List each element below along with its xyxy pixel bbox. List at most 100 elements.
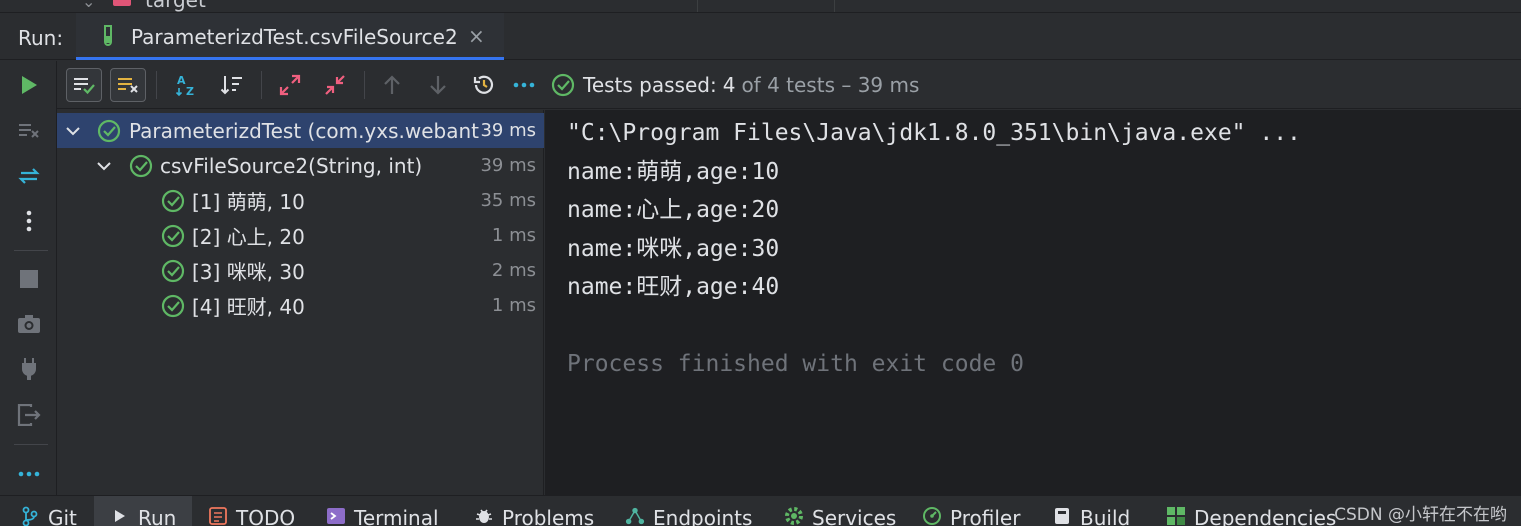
- exit-icon[interactable]: [14, 400, 44, 430]
- show-ignored-icon: [118, 78, 138, 93]
- divider: [697, 0, 698, 12]
- console-line: name:心上,age:20: [567, 197, 780, 223]
- more-toolbar-button[interactable]: [506, 68, 542, 102]
- stop-icon[interactable]: [14, 264, 44, 294]
- console-line: name:旺财,age:40: [567, 274, 780, 300]
- toggle-auto-test-icon[interactable]: [14, 161, 44, 191]
- check-circle-icon: [161, 294, 185, 317]
- console-output[interactable]: "C:\Program Files\Java\jdk1.8.0_351\bin\…: [545, 110, 1521, 495]
- arrow-down-icon: [430, 76, 446, 95]
- divider: [14, 444, 48, 445]
- tool-window-problems[interactable]: Problems: [474, 496, 594, 526]
- test-tree-row-time: 39 ms: [480, 155, 536, 176]
- test-tree-row[interactable]: csvFileSource2(String, int) 39 ms: [57, 148, 544, 183]
- close-icon[interactable]: ×: [468, 24, 485, 48]
- chevron-down-icon[interactable]: [96, 158, 112, 174]
- test-history-button[interactable]: [466, 68, 502, 102]
- check-circle-icon: [97, 119, 121, 142]
- run-tab[interactable]: ParameterizdTest.csvFileSource2 ×: [76, 13, 504, 60]
- show-ignored-button[interactable]: [110, 68, 146, 102]
- test-tree-row-name: csvFileSource2(String, int): [160, 153, 423, 178]
- check-circle-icon: [551, 73, 575, 97]
- check-circle-icon: [161, 224, 185, 247]
- plug-icon[interactable]: [14, 354, 44, 384]
- test-tree-row[interactable]: ParameterizdTest (com.yxs.webant 39 ms: [57, 113, 544, 148]
- collapse-all-icon: [325, 75, 345, 95]
- more-options-icon[interactable]: [14, 206, 44, 236]
- endpoints-icon: [625, 506, 645, 526]
- tool-window-label: Dependencies: [1194, 506, 1337, 526]
- chevron-down-icon[interactable]: [65, 123, 81, 139]
- bug-icon: [474, 506, 494, 526]
- tool-window-services[interactable]: Services: [784, 496, 896, 526]
- tool-window-label: Services: [812, 506, 897, 526]
- run-tab-title: ParameterizdTest.csvFileSource2: [131, 25, 458, 49]
- camera-icon[interactable]: [14, 309, 44, 339]
- console-exit-line: Process finished with exit code 0: [567, 351, 1024, 377]
- profiler-icon: [922, 506, 942, 526]
- tool-window-label: Terminal: [354, 506, 439, 526]
- tool-window-build[interactable]: Build: [1052, 496, 1130, 526]
- test-tree-row[interactable]: [4] 旺财, 40 1 ms: [57, 288, 544, 323]
- rerun-icon[interactable]: [14, 70, 44, 100]
- svg-text:Z: Z: [186, 85, 194, 97]
- next-failed-button[interactable]: [420, 68, 456, 102]
- expand-all-icon: [279, 74, 301, 96]
- tool-window-profiler[interactable]: Profiler: [922, 496, 1020, 526]
- test-tree-row-time: 1 ms: [491, 225, 536, 246]
- divider: [834, 0, 835, 12]
- tool-window-run[interactable]: Run: [94, 496, 193, 526]
- test-tree-row[interactable]: [1] 萌萌, 10 35 ms: [57, 183, 544, 218]
- test-runner-toolbar: A Z Tests passed: 4 of 4 tests – 39 ms: [57, 61, 1521, 109]
- run-left-toolbar: [0, 61, 57, 495]
- todo-icon: [208, 506, 228, 526]
- more-horizontal-icon[interactable]: [14, 459, 44, 489]
- rerun-failed-icon[interactable]: [14, 116, 44, 146]
- test-tree-row[interactable]: [3] 咪咪, 30 2 ms: [57, 253, 544, 288]
- console-line: name:萌萌,age:10: [567, 158, 780, 185]
- previous-failed-button[interactable]: [374, 68, 410, 102]
- project-tree-strip: ⌄ target: [0, 0, 1521, 12]
- bottom-tool-window-bar: Git Run TODO Terminal Problems Endpoints…: [0, 495, 1521, 526]
- tool-window-terminal[interactable]: Terminal: [326, 496, 439, 526]
- terminal-icon: [326, 506, 346, 526]
- show-passed-button[interactable]: [66, 68, 102, 102]
- folder-icon: [113, 0, 131, 6]
- project-tree-folder-label[interactable]: target: [145, 0, 206, 12]
- tool-window-git[interactable]: Git: [20, 496, 77, 526]
- tool-window-label: TODO: [236, 506, 296, 526]
- run-panel-label: Run:: [18, 26, 64, 50]
- tool-window-label: Endpoints: [653, 506, 753, 526]
- run-panel-header: Run: ParameterizdTest.csvFileSource2 ×: [0, 12, 1521, 60]
- chevron-down-icon[interactable]: ⌄: [82, 0, 95, 11]
- tool-window-endpoints[interactable]: Endpoints: [625, 496, 752, 526]
- test-tree-row-name: ParameterizdTest (com.yxs.webant: [129, 118, 479, 143]
- git-branch-icon: [20, 506, 40, 526]
- check-circle-icon: [161, 259, 185, 282]
- test-tree-row[interactable]: [2] 心上, 20 1 ms: [57, 218, 544, 253]
- console-line: "C:\Program Files\Java\jdk1.8.0_351\bin\…: [567, 120, 1301, 146]
- check-circle-icon: [129, 154, 153, 177]
- sort-duration-icon: [220, 76, 242, 95]
- divider: [364, 71, 365, 99]
- tool-window-dependencies[interactable]: Dependencies: [1166, 496, 1336, 526]
- tool-window-label: Problems: [502, 506, 595, 526]
- expand-all-button[interactable]: [272, 68, 308, 102]
- svg-text:A: A: [177, 74, 186, 87]
- run-play-icon: [110, 506, 130, 526]
- history-icon: [473, 75, 494, 94]
- arrow-up-icon: [384, 75, 400, 94]
- collapse-all-button[interactable]: [317, 68, 353, 102]
- test-tree-row-time: 1 ms: [491, 295, 536, 316]
- tool-window-label: Run: [138, 506, 177, 526]
- sort-by-duration-button[interactable]: [214, 68, 250, 102]
- test-tree-row-time: 35 ms: [480, 190, 536, 211]
- sort-alphabetically-button[interactable]: A Z: [169, 68, 205, 102]
- tool-window-todo[interactable]: TODO: [208, 496, 295, 526]
- divider: [156, 71, 157, 99]
- console-line: name:咪咪,age:30: [567, 235, 780, 262]
- tool-window-label: Profiler: [950, 506, 1021, 526]
- show-passed-icon: [74, 78, 95, 95]
- divider: [14, 250, 48, 251]
